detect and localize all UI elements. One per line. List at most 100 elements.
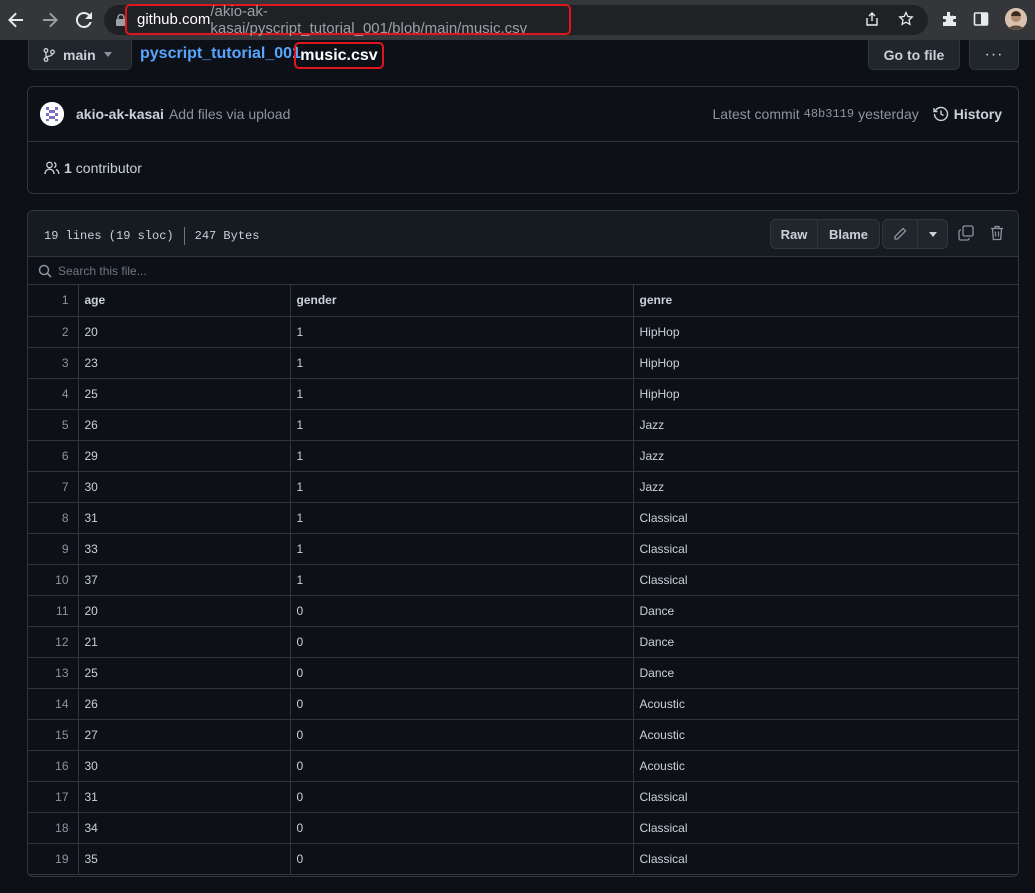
people-icon: [44, 161, 60, 175]
line-number[interactable]: 13: [28, 656, 79, 689]
branch-select-button[interactable]: main: [28, 40, 132, 70]
table-cell: 0: [289, 780, 634, 813]
line-number[interactable]: 10: [28, 563, 79, 596]
arrow-left-icon: [8, 12, 23, 28]
copy-icon[interactable]: [958, 225, 974, 241]
line-number[interactable]: 12: [28, 625, 79, 658]
commit-time: yesterday: [858, 106, 919, 122]
table-cell: Acoustic: [632, 687, 1018, 720]
table-row: 16 30 0 Acoustic: [28, 749, 1018, 782]
table-cell: 31: [77, 780, 291, 813]
table-cell: 0: [289, 625, 634, 658]
forward-button[interactable]: [36, 6, 64, 34]
edit-dropdown-button[interactable]: [918, 219, 948, 249]
line-number[interactable]: 5: [28, 408, 79, 441]
table-cell: Classical: [632, 532, 1018, 565]
commit-hash[interactable]: 48b3119: [804, 107, 854, 121]
url-path: /akio-ak-kasai/pyscript_tutorial_001/blo…: [210, 2, 528, 37]
go-to-file-button[interactable]: Go to file: [868, 40, 960, 70]
table-header-cell: age: [77, 285, 291, 317]
table-cell: 30: [77, 470, 291, 503]
line-number[interactable]: 2: [28, 315, 79, 348]
table-row: 3 23 1 HipHop: [28, 346, 1018, 379]
git-branch-icon: [43, 47, 55, 62]
line-number[interactable]: 17: [28, 780, 79, 813]
line-number[interactable]: 18: [28, 811, 79, 844]
commit-author[interactable]: akio-ak-kasai: [76, 106, 164, 122]
table-row: 19 35 0 Classical: [28, 842, 1018, 875]
table-cell: 34: [77, 811, 291, 844]
address-bar[interactable]: github.com/akio-ak-kasai/pyscript_tutori…: [104, 2, 928, 37]
line-number[interactable]: 6: [28, 439, 79, 472]
table-cell: Classical: [632, 501, 1018, 534]
line-number[interactable]: 7: [28, 470, 79, 503]
table-row: 10 37 1 Classical: [28, 563, 1018, 596]
line-number[interactable]: 14: [28, 687, 79, 720]
table-cell: 20: [77, 594, 291, 627]
caret-down-icon: [928, 231, 937, 237]
table-cell: 33: [77, 532, 291, 565]
line-number[interactable]: 3: [28, 346, 79, 379]
line-number[interactable]: 8: [28, 501, 79, 534]
line-number[interactable]: 1: [28, 285, 79, 317]
line-number[interactable]: 4: [28, 377, 79, 410]
table-cell: 0: [289, 842, 634, 875]
table-cell: HipHop: [632, 377, 1018, 410]
side-panel-icon[interactable]: [973, 11, 989, 27]
more-options-button[interactable]: ···: [969, 40, 1019, 70]
repo-link[interactable]: pyscript_tutorial_001: [140, 45, 301, 63]
table-row: 2 20 1 HipHop: [28, 315, 1018, 348]
trash-icon[interactable]: [990, 225, 1004, 241]
table-row: 4 25 1 HipHop: [28, 377, 1018, 410]
file-header: 19 lines (19 sloc) 247 Bytes Raw Blame: [28, 211, 1018, 257]
contributors-row[interactable]: 1 contributor: [28, 142, 1018, 194]
author-avatar[interactable]: [40, 102, 64, 126]
edit-file-button[interactable]: [882, 219, 918, 249]
info-divider: [183, 227, 185, 245]
extensions-icon[interactable]: [941, 11, 957, 27]
table-cell: Classical: [632, 563, 1018, 596]
table-cell: 21: [77, 625, 291, 658]
raw-button[interactable]: Raw: [770, 219, 818, 249]
table-cell: 1: [289, 439, 634, 472]
table-cell: HipHop: [632, 346, 1018, 379]
line-number[interactable]: 16: [28, 749, 79, 782]
line-number[interactable]: 11: [28, 594, 79, 627]
table-row: 17 31 0 Classical: [28, 780, 1018, 813]
table-row: 11 20 0 Dance: [28, 594, 1018, 627]
table-cell: 26: [77, 408, 291, 441]
table-cell: 25: [77, 377, 291, 410]
table-cell: 0: [289, 656, 634, 689]
search-file-input[interactable]: [58, 263, 358, 278]
table-cell: 26: [77, 687, 291, 720]
url-highlight[interactable]: github.com/akio-ak-kasai/pyscript_tutori…: [125, 2, 571, 37]
table-cell: 1: [289, 563, 634, 596]
table-cell: Classical: [632, 842, 1018, 875]
table-row: 18 34 0 Classical: [28, 811, 1018, 844]
file-navigation: main pyscript_tutorial_001 / music.csv G…: [28, 40, 1019, 70]
pencil-icon: [894, 227, 907, 240]
table-cell: 0: [289, 749, 634, 782]
contributors-label: contributor: [75, 160, 142, 176]
blame-button[interactable]: Blame: [818, 219, 880, 249]
edit-group: [882, 219, 948, 249]
share-icon[interactable]: [864, 11, 880, 27]
line-number[interactable]: 15: [28, 718, 79, 751]
reload-button[interactable]: [70, 6, 98, 34]
file-viewer: 19 lines (19 sloc) 247 Bytes Raw Blame 1…: [27, 210, 1019, 877]
table-cell: HipHop: [632, 315, 1018, 348]
csv-table: 1 age gender genre 2 20 1 HipHop 3 23 1 HipHop 4 25 1 H…: [28, 285, 1018, 875]
latest-commit-label: Latest commit: [712, 106, 800, 122]
table-row: 6 29 1 Jazz: [28, 439, 1018, 472]
line-number[interactable]: 19: [28, 842, 79, 875]
bookmark-star-icon[interactable]: [898, 11, 914, 27]
table-cell: 23: [77, 346, 291, 379]
back-button[interactable]: [2, 6, 30, 34]
line-number[interactable]: 9: [28, 532, 79, 565]
arrow-right-icon: [43, 12, 58, 28]
table-row: 9 33 1 Classical: [28, 532, 1018, 565]
history-link[interactable]: History: [933, 106, 1002, 122]
reload-icon: [76, 12, 92, 28]
commit-message[interactable]: Add files via upload: [169, 106, 290, 122]
profile-avatar[interactable]: [1005, 8, 1027, 30]
